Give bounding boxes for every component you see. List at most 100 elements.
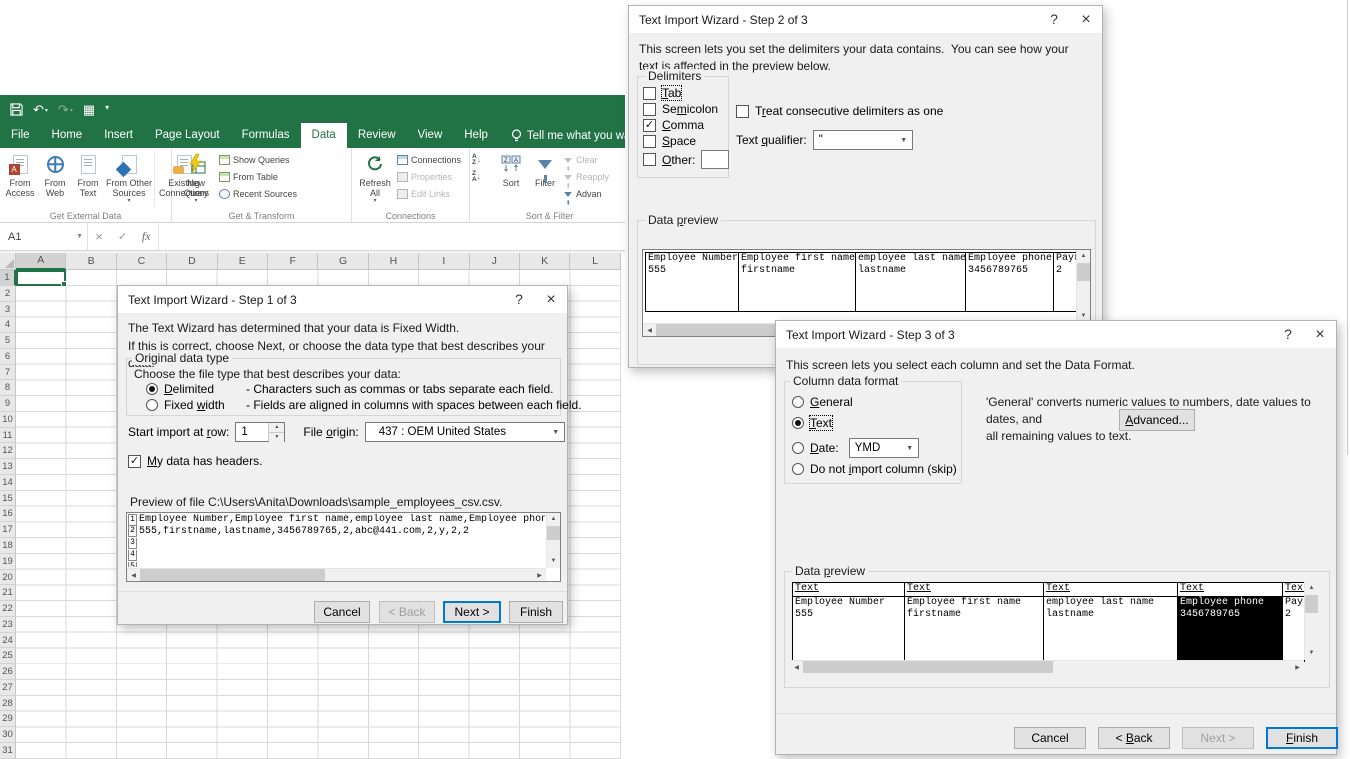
- row-header-15[interactable]: 15: [0, 491, 16, 507]
- w1-vscroll-up-icon[interactable]: ▲: [547, 513, 560, 526]
- formula-input[interactable]: [159, 223, 625, 250]
- w3-vscroll-down-icon[interactable]: ▼: [1305, 647, 1318, 660]
- row-header-5[interactable]: 5: [0, 333, 16, 349]
- w1-spinner-down-icon[interactable]: ▼: [269, 433, 284, 442]
- w1-close-icon[interactable]: ×: [535, 286, 567, 313]
- column-header-a[interactable]: A: [16, 253, 66, 270]
- w1-fixed-width-radio-control[interactable]: [146, 399, 158, 411]
- recent-sources-button[interactable]: Recent Sources: [219, 187, 297, 201]
- sort-descending-button[interactable]: ZA↓: [472, 170, 494, 184]
- preview-column-1[interactable]: Employee Number555: [646, 253, 739, 311]
- row-header-11[interactable]: 11: [0, 428, 16, 444]
- w1-help-button[interactable]: ?: [503, 286, 535, 313]
- row-header-29[interactable]: 29: [0, 711, 16, 727]
- refresh-all-button[interactable]: Refresh All▾: [354, 151, 396, 207]
- w2-other-box[interactable]: [643, 153, 656, 166]
- column-header-l[interactable]: L: [570, 253, 620, 270]
- row-header-30[interactable]: 30: [0, 727, 16, 743]
- w3-hscroll-thumb[interactable]: [803, 661, 1053, 673]
- w2-other-checkbox[interactable]: Other:: [643, 150, 729, 169]
- name-box[interactable]: A1▼: [0, 223, 88, 250]
- tab-insert[interactable]: Insert: [93, 123, 144, 148]
- w1-finish-button[interactable]: Finish: [509, 601, 563, 623]
- selected-cell-a1[interactable]: [16, 270, 66, 286]
- w2-help-button[interactable]: ?: [1038, 6, 1070, 33]
- row-header-2[interactable]: 2: [0, 286, 16, 302]
- w3-text-radio[interactable]: Text: [792, 416, 832, 430]
- w3-help-button[interactable]: ?: [1272, 321, 1304, 348]
- row-header-6[interactable]: 6: [0, 349, 16, 365]
- w1-file-origin-combo[interactable]: 437 : OEM United States ▼: [365, 422, 565, 442]
- column-header-c[interactable]: C: [117, 253, 167, 270]
- row-header-19[interactable]: 19: [0, 554, 16, 570]
- w3-text-radio-control[interactable]: [792, 417, 804, 429]
- row-header-18[interactable]: 18: [0, 538, 16, 554]
- name-box-dropdown-icon[interactable]: ▼: [76, 233, 83, 240]
- row-header-9[interactable]: 9: [0, 396, 16, 412]
- w1-headers-checkbox[interactable]: ✓ My data has headers.: [128, 454, 262, 468]
- preview-column-5[interactable]: Payro2: [1054, 253, 1077, 311]
- insert-function-icon[interactable]: fx: [142, 229, 151, 244]
- w1-hscroll-thumb[interactable]: [140, 569, 325, 581]
- column-header-f[interactable]: F: [268, 253, 318, 270]
- w3-skip-radio-control[interactable]: [792, 463, 804, 475]
- w1-delimited-radio[interactable]: Delimited - Characters such as commas or…: [146, 382, 553, 396]
- row-header-16[interactable]: 16: [0, 506, 16, 522]
- from-access-button[interactable]: A From Access: [2, 151, 38, 207]
- row-header-31[interactable]: 31: [0, 743, 16, 759]
- w2-comma-box[interactable]: ✓: [643, 119, 656, 132]
- from-web-button[interactable]: From Web: [39, 151, 71, 207]
- tab-formulas[interactable]: Formulas: [231, 123, 301, 148]
- row-header-1[interactable]: 1: [0, 270, 16, 286]
- tab-data[interactable]: Data: [301, 123, 347, 148]
- from-table-button[interactable]: From Table: [219, 170, 297, 184]
- filter-button[interactable]: Filter: [528, 151, 562, 207]
- w1-fixed-width-radio[interactable]: Fixed width - Fields are aligned in colu…: [146, 398, 582, 412]
- show-queries-button[interactable]: Show Queries: [219, 153, 297, 167]
- column-header-b[interactable]: B: [66, 253, 116, 270]
- w3-hscroll-right-icon[interactable]: ▶: [1291, 664, 1304, 671]
- select-all-corner[interactable]: [0, 253, 16, 270]
- w1-file-origin-dropdown-icon[interactable]: ▼: [548, 429, 564, 436]
- w3-finish-button[interactable]: Finish: [1266, 727, 1338, 749]
- w3-hscroll-left-icon[interactable]: ◀: [790, 664, 803, 671]
- w1-cancel-button[interactable]: Cancel: [314, 601, 370, 623]
- tab-review[interactable]: Review: [347, 123, 407, 148]
- row-header-22[interactable]: 22: [0, 601, 16, 617]
- tab-page-layout[interactable]: Page Layout: [144, 123, 231, 148]
- row-header-23[interactable]: 23: [0, 617, 16, 633]
- sort-button[interactable]: ZA Sort: [495, 151, 527, 207]
- tab-help[interactable]: Help: [453, 123, 499, 148]
- w2-space-box[interactable]: [643, 135, 656, 148]
- w1-headers-box[interactable]: ✓: [128, 455, 141, 468]
- w3-close-icon[interactable]: ×: [1304, 321, 1336, 348]
- w2-hscroll-left-icon[interactable]: ◀: [643, 327, 656, 334]
- row-header-21[interactable]: 21: [0, 585, 16, 601]
- w2-vscroll-up-icon[interactable]: ▲: [1077, 250, 1090, 263]
- w2-close-icon[interactable]: ×: [1070, 6, 1102, 33]
- from-other-sources-button[interactable]: From Other Sources▾: [105, 151, 153, 207]
- w3-date-radio[interactable]: Date: YMD▼: [792, 438, 919, 458]
- w2-vscroll-thumb[interactable]: [1077, 263, 1090, 281]
- w1-hscroll-right-icon[interactable]: ▶: [533, 572, 546, 579]
- column-header-j[interactable]: J: [470, 253, 520, 270]
- preview-column-5[interactable]: TextPayro2: [1283, 583, 1305, 661]
- w3-vscroll-thumb[interactable]: [1305, 595, 1318, 613]
- w2-other-input[interactable]: [701, 150, 729, 169]
- w2-treat-consecutive-box[interactable]: [736, 105, 749, 118]
- w1-spinner-up-icon[interactable]: ▲: [269, 423, 284, 433]
- row-header-7[interactable]: 7: [0, 365, 16, 381]
- tab-view[interactable]: View: [407, 123, 454, 148]
- w2-tab-box[interactable]: [643, 87, 656, 100]
- preview-column-3[interactable]: Textemployee last namelastname: [1044, 583, 1178, 661]
- preview-column-3[interactable]: employee last namelastname: [856, 253, 966, 311]
- w3-vscroll-up-icon[interactable]: ▲: [1305, 582, 1318, 595]
- w2-tab-checkbox[interactable]: Tab: [643, 86, 681, 100]
- row-header-27[interactable]: 27: [0, 680, 16, 696]
- row-header-26[interactable]: 26: [0, 664, 16, 680]
- new-query-button[interactable]: New Query▾: [174, 151, 218, 207]
- w2-semicolon-box[interactable]: [643, 103, 656, 116]
- w1-hscroll-left-icon[interactable]: ◀: [127, 572, 140, 579]
- w2-space-checkbox[interactable]: Space: [643, 134, 696, 148]
- w3-preview-vscrollbar[interactable]: ▲ ▼: [1304, 582, 1318, 660]
